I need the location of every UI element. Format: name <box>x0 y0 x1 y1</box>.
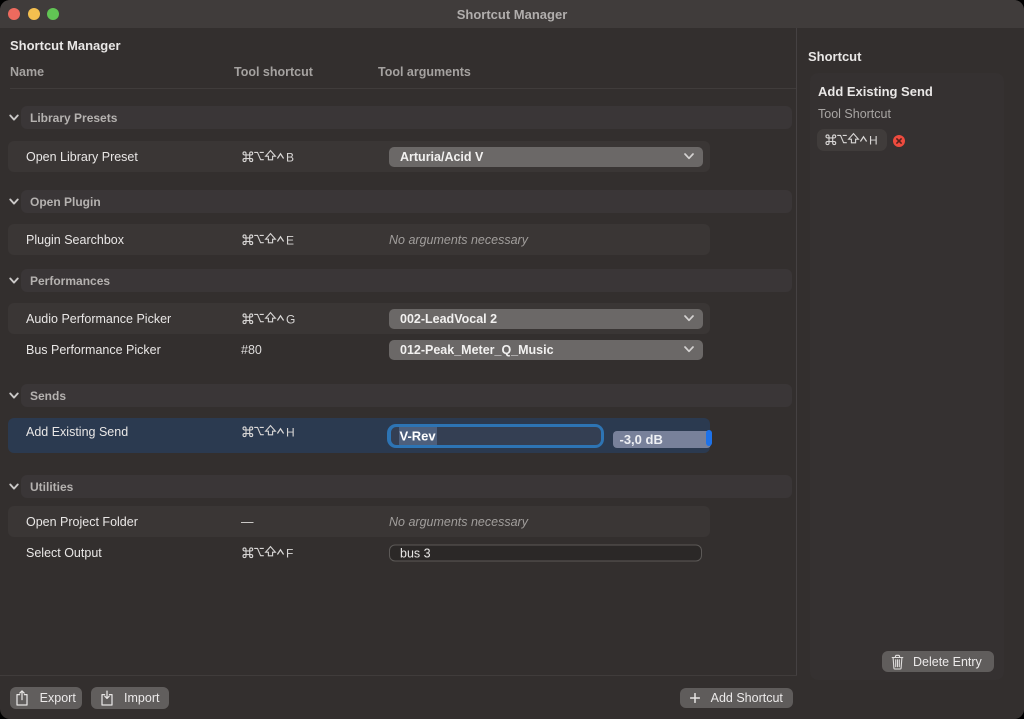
svg-text:G: G <box>286 312 295 326</box>
svg-text:H: H <box>869 133 878 147</box>
svg-text:H: H <box>286 425 295 439</box>
svg-text:B: B <box>286 150 294 164</box>
svg-text:E: E <box>286 233 294 247</box>
svg-text:F: F <box>286 546 293 560</box>
